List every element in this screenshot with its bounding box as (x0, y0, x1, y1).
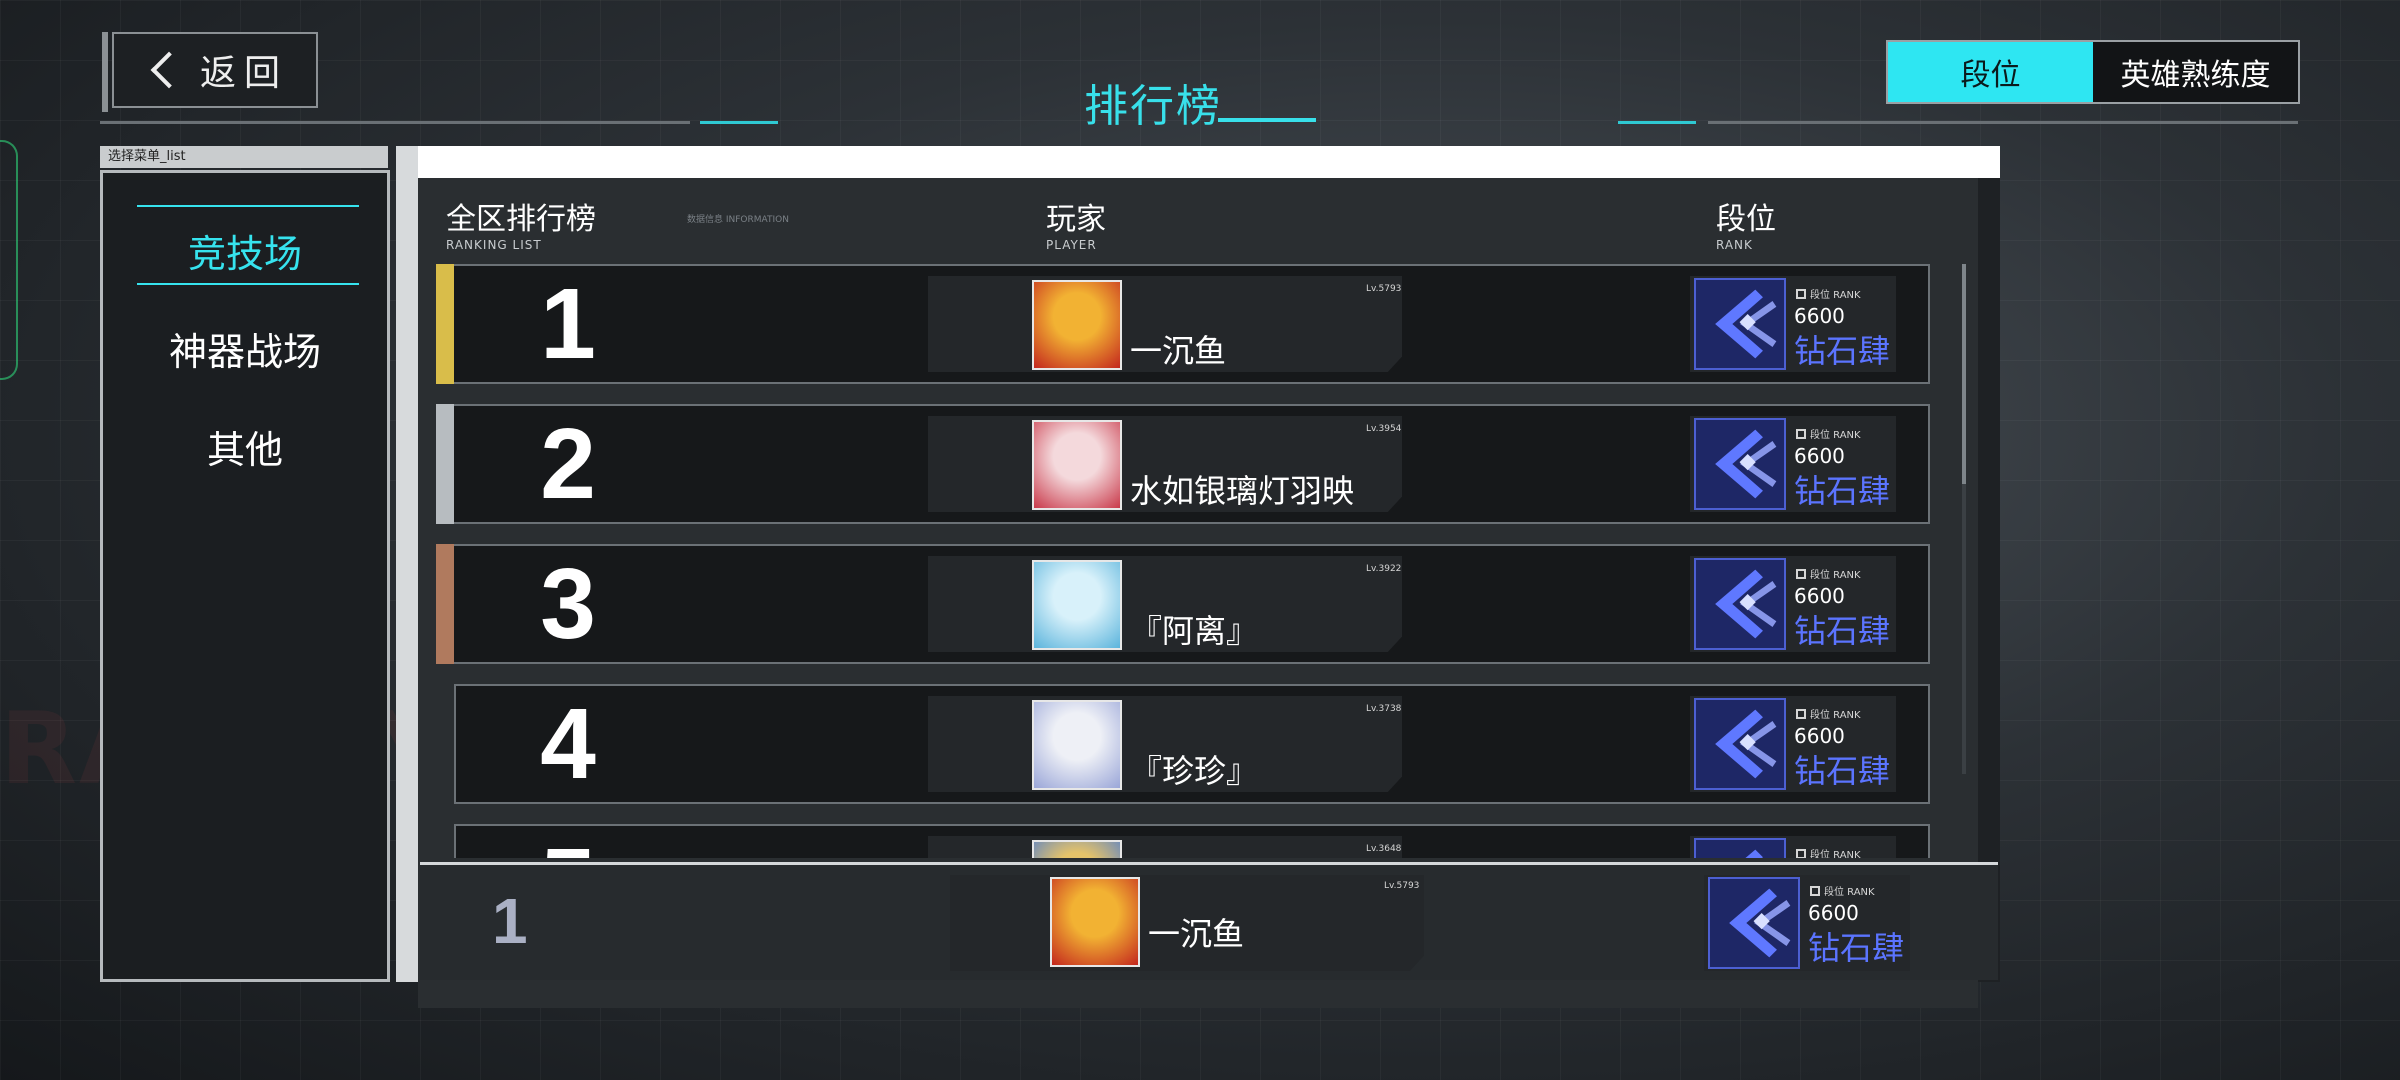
player-card (928, 836, 1402, 858)
tab-rank[interactable]: 段位 (1888, 42, 2093, 102)
leaderboard-row[interactable]: 5Lv.3648段位 RANK6600钻石肆 (454, 824, 1930, 858)
rank-emblem-icon (1694, 838, 1786, 858)
rank-label-icon (1810, 885, 1820, 896)
my-rank-emblem-icon (1708, 877, 1800, 969)
my-player-name: 一沉鱼 (1148, 915, 1245, 953)
menu-active-indicator (137, 205, 359, 207)
category-menu: 竞技场 神器战场 其他 (100, 170, 390, 982)
my-rank-label: 段位 RANK (1810, 883, 1875, 898)
rank-score: 6600 (1794, 304, 1845, 328)
rank-score: 6600 (1794, 444, 1845, 468)
header-divider (100, 121, 690, 124)
player-avatar[interactable] (1032, 560, 1122, 650)
rank-label-text: 段位 RANK (1810, 570, 1861, 581)
rank-label: 段位 RANK (1796, 706, 1861, 721)
rank-tier: 钻石肆 (1794, 332, 1891, 370)
header-divider-accent (1618, 121, 1696, 124)
leaderboard-row[interactable]: 4 『珍珍』 Lv.3738 段位 RANK 6600 钻石肆 (454, 684, 1930, 804)
rank-number: 4 (540, 687, 596, 800)
rank-label-icon (1796, 428, 1806, 439)
rank-number: 5 (508, 826, 628, 859)
my-avatar[interactable] (1050, 877, 1140, 967)
header-divider (1708, 121, 2298, 124)
rank-accent-bar (436, 544, 454, 664)
rank-tier: 钻石肆 (1794, 472, 1891, 510)
page-title-underline (1218, 118, 1316, 122)
player-name: 『珍珍』 (1130, 752, 1259, 790)
rank-label: 段位 RANK (1796, 286, 1861, 301)
rank-label: 段位 RANK (1796, 426, 1861, 441)
player-name: 『阿离』 (1130, 612, 1259, 650)
left-panel-label: 选择菜单_list (100, 146, 388, 168)
back-button-label: 返回 (199, 53, 288, 94)
rank-label-icon (1796, 568, 1806, 579)
menu-item-other[interactable]: 其他 (103, 419, 387, 474)
my-ranking-row[interactable]: 1 一沉鱼 Lv.5793 段位 RANK 6600 钻石肆 (420, 862, 1998, 980)
top-tab-bar: 段位 英雄熟练度 (1886, 40, 2300, 104)
side-drawer-handle[interactable] (0, 140, 18, 380)
rank-number: 2 (540, 407, 596, 520)
header-divider-accent (700, 121, 778, 124)
column-header-info: 数据信息 INFORMATION (687, 215, 789, 225)
tab-hero-proficiency[interactable]: 英雄熟练度 (2093, 42, 2298, 102)
rank-score: 6600 (1794, 724, 1845, 748)
player-level: Lv.3738 (1366, 704, 1402, 714)
column-header-player: 玩家 PLAYER (1046, 202, 1106, 252)
rank-label-text: 段位 RANK (1824, 887, 1875, 898)
player-avatar[interactable] (1032, 840, 1122, 858)
chevron-left-icon (150, 51, 188, 89)
player-level: Lv.3922 (1366, 564, 1402, 574)
rank-label-icon (1796, 708, 1806, 719)
player-level: Lv.3954 (1366, 424, 1402, 434)
leaderboard-row[interactable]: 1 一沉鱼 Lv.5793 段位 RANK 6600 钻石肆 (436, 264, 1930, 384)
rank-emblem-icon (1694, 418, 1786, 510)
my-player-level: Lv.5793 (1384, 881, 1420, 891)
rank-label-icon (1796, 848, 1806, 858)
my-rank-number: 1 (492, 885, 528, 957)
rank-label-text: 段位 RANK (1810, 850, 1861, 858)
column-header-ranking: 全区排行榜 RANKING LIST (446, 202, 596, 252)
rank-accent-bar (436, 264, 454, 384)
my-rank-tier: 钻石肆 (1808, 929, 1905, 967)
my-rank-score: 6600 (1808, 901, 1859, 925)
player-name: 水如银璃灯羽映 (1130, 472, 1355, 510)
rank-score: 6600 (1794, 584, 1845, 608)
player-name: 一沉鱼 (1130, 332, 1227, 370)
leaderboard-row[interactable]: 2 水如银璃灯羽映 Lv.3954 段位 RANK 6600 钻石肆 (436, 404, 1930, 524)
back-button[interactable]: 返回 (102, 32, 318, 112)
player-avatar[interactable] (1032, 700, 1122, 790)
rank-label-text: 段位 RANK (1810, 710, 1861, 721)
rank-emblem-icon (1694, 278, 1786, 370)
panel-edge (396, 146, 418, 982)
rank-label-text: 段位 RANK (1810, 430, 1861, 441)
leaderboard-rows[interactable]: 1 一沉鱼 Lv.5793 段位 RANK 6600 钻石肆 2 水如银璃灯羽映 Lv.3954… (436, 264, 1936, 858)
player-level: Lv.5793 (1366, 284, 1402, 294)
rank-label: 段位 RANK (1796, 566, 1861, 581)
rank-tier: 钻石肆 (1794, 612, 1891, 650)
player-level: Lv.3648 (1366, 844, 1402, 854)
scrollbar-thumb[interactable] (1962, 264, 1966, 484)
column-header-rank: 段位 RANK (1716, 202, 1776, 252)
leaderboard-row[interactable]: 3 『阿离』 Lv.3922 段位 RANK 6600 钻石肆 (436, 544, 1930, 664)
rank-number: 1 (540, 267, 596, 380)
rank-emblem-icon (1694, 698, 1786, 790)
menu-active-indicator (137, 283, 359, 285)
rank-number: 3 (540, 547, 596, 660)
rank-tier: 钻石肆 (1794, 752, 1891, 790)
page-title: 排行榜 (1084, 81, 1222, 132)
rank-emblem-icon (1694, 558, 1786, 650)
panel-topbar (418, 146, 2000, 178)
menu-item-arena[interactable]: 竞技场 (103, 223, 387, 278)
rank-label-text: 段位 RANK (1810, 290, 1861, 301)
menu-item-artifact-battlefield[interactable]: 神器战场 (103, 321, 387, 376)
player-avatar[interactable] (1032, 280, 1122, 370)
rank-label: 段位 RANK (1796, 846, 1861, 858)
rank-label-icon (1796, 288, 1806, 299)
rank-accent-bar (436, 404, 454, 524)
player-avatar[interactable] (1032, 420, 1122, 510)
